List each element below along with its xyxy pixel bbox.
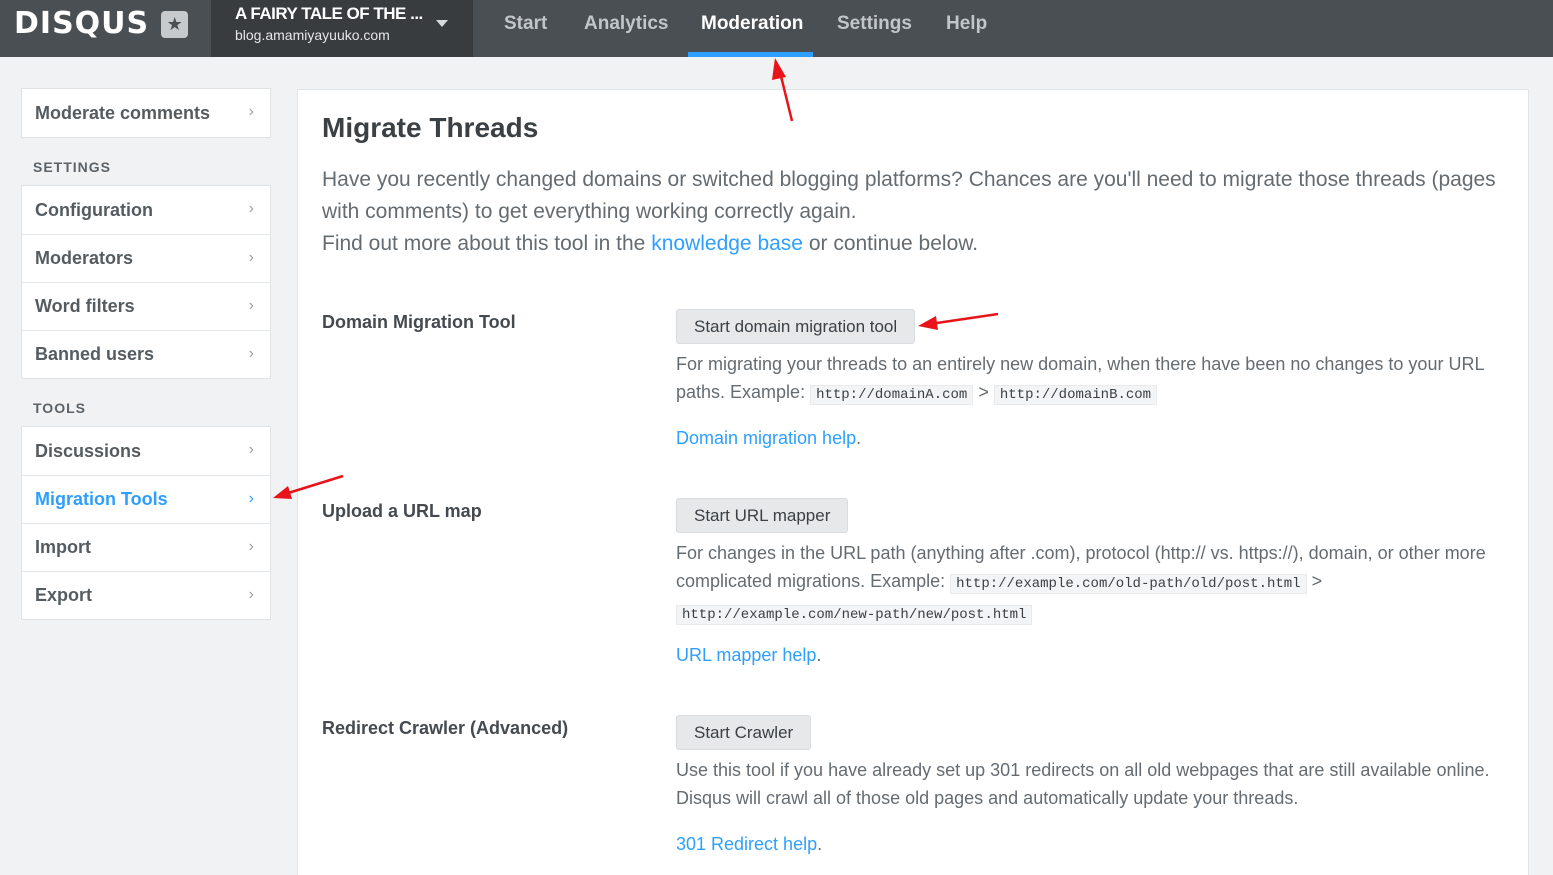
sidebar-item-discussions[interactable]: Discussions ›	[22, 427, 270, 475]
arrow-separator: >	[1311, 571, 1323, 591]
sidebar-item-label: Banned users	[35, 344, 155, 364]
period: .	[817, 834, 823, 854]
sidebar-item-moderators[interactable]: Moderators ›	[22, 234, 270, 282]
chevron-right-icon: ›	[248, 297, 254, 314]
intro-text-before: Find out more about this tool in the	[322, 232, 652, 255]
sidebar-item-import[interactable]: Import ›	[22, 523, 270, 571]
site-name: A FAIRY TALE OF THE ...	[235, 4, 423, 23]
site-switcher[interactable]: A FAIRY TALE OF THE ... blog.amamiyayuuk…	[211, 0, 473, 57]
redirect-help-link[interactable]: 301 Redirect help.	[676, 834, 822, 855]
domain-migration-label: Domain Migration Tool	[322, 312, 516, 332]
tab-analytics[interactable]: Analytics	[584, 0, 668, 57]
tab-moderation[interactable]: Moderation	[701, 0, 803, 57]
example-new-url: http://example.com/new-path/new/post.htm…	[676, 605, 1033, 625]
arrowhead	[273, 486, 292, 499]
sidebar-moderate-group: Moderate comments ›	[21, 88, 271, 138]
intro-paragraph: Have you recently changed domains or swi…	[322, 168, 1496, 223]
knowledge-base-link[interactable]: knowledge base	[651, 232, 803, 255]
example-old-url: http://example.com/old-path/old/post.htm…	[950, 574, 1307, 594]
help-link-text[interactable]: Domain migration help	[676, 428, 856, 448]
intro-knowledge-line: Find out more about this tool in the kno…	[322, 228, 1502, 260]
chevron-right-icon: ›	[248, 586, 254, 603]
sidebar-item-label: Moderators	[35, 248, 134, 268]
chevron-right-icon: ›	[248, 103, 254, 120]
sidebar-item-label: Migration Tools	[35, 489, 168, 509]
period: .	[856, 428, 862, 448]
start-url-mapper-button[interactable]: Start URL mapper	[676, 498, 849, 533]
sidebar-item-label: Discussions	[35, 440, 142, 461]
help-link-text[interactable]: 301 Redirect help	[676, 834, 817, 854]
sidebar-item-word-filters[interactable]: Word filters ›	[22, 282, 270, 330]
tools-heading: TOOLS	[33, 400, 86, 416]
tab-start[interactable]: Start	[504, 0, 547, 57]
logo-text: DISQUS	[14, 6, 150, 41]
tab-settings[interactable]: Settings	[837, 0, 912, 57]
help-link-text[interactable]: URL mapper help	[676, 645, 816, 665]
redirect-crawler-description: Use this tool if you have already set up…	[676, 760, 1490, 808]
sidebar-item-banned-users[interactable]: Banned users ›	[22, 330, 270, 378]
arrowhead	[772, 58, 786, 80]
top-navigation-bar: DISQUS ★ A FAIRY TALE OF THE ... blog.am…	[0, 0, 1553, 57]
chevron-right-icon: ›	[248, 200, 254, 217]
sidebar-item-configuration[interactable]: Configuration ›	[22, 186, 270, 234]
url-mapper-help-link[interactable]: URL mapper help.	[676, 645, 821, 666]
settings-heading: SETTINGS	[33, 159, 112, 175]
sidebar-settings-group: Configuration › Moderators › Word filter…	[21, 185, 271, 379]
disqus-logo[interactable]: DISQUS ★	[14, 6, 189, 42]
url-map-label: Upload a URL map	[322, 501, 482, 521]
sidebar-item-label: Export	[35, 585, 93, 605]
sidebar-item-export[interactable]: Export ›	[22, 571, 270, 619]
sidebar-item-label: Word filters	[35, 296, 135, 316]
arrow-separator: >	[978, 382, 989, 402]
sidebar-item-migration-tools[interactable]: Migration Tools ›	[22, 475, 270, 523]
intro-text: Have you recently changed domains or swi…	[322, 164, 1502, 260]
redirect-crawler-label: Redirect Crawler (Advanced)	[322, 718, 569, 738]
sidebar-tools-group: Discussions › Migration Tools › Import ›…	[21, 426, 271, 620]
caret-down-icon	[436, 20, 448, 27]
domain-migration-description: For migrating your threads to an entirel…	[676, 350, 1506, 409]
example-new-url: http://domainB.com	[993, 385, 1158, 405]
chevron-right-icon: ›	[248, 490, 254, 507]
sidebar-item-label: Moderate comments	[35, 102, 211, 123]
sidebar-item-moderate-comments[interactable]: Moderate comments ›	[22, 89, 270, 137]
period: .	[816, 645, 822, 665]
chevron-right-icon: ›	[248, 249, 254, 266]
example-old-url: http://domainA.com	[810, 385, 974, 405]
start-domain-migration-button[interactable]: Start domain migration tool	[676, 309, 916, 344]
sidebar-item-label: Configuration	[35, 199, 153, 220]
chevron-right-icon: ›	[248, 345, 254, 362]
page-title: Migrate Threads	[322, 112, 539, 143]
active-tab-indicator	[688, 52, 813, 57]
chevron-right-icon: ›	[248, 441, 254, 458]
tab-help[interactable]: Help	[946, 0, 987, 57]
site-url: blog.amamiyayuuko.com	[235, 27, 390, 43]
domain-migration-help-link[interactable]: Domain migration help.	[676, 428, 861, 449]
star-icon: ★	[161, 10, 189, 38]
chevron-right-icon: ›	[248, 538, 254, 555]
url-map-description: For changes in the URL path (anything af…	[676, 539, 1506, 629]
start-crawler-button[interactable]: Start Crawler	[676, 715, 812, 750]
sidebar-item-label: Import	[35, 537, 91, 557]
intro-text-after: or continue below.	[802, 232, 979, 255]
